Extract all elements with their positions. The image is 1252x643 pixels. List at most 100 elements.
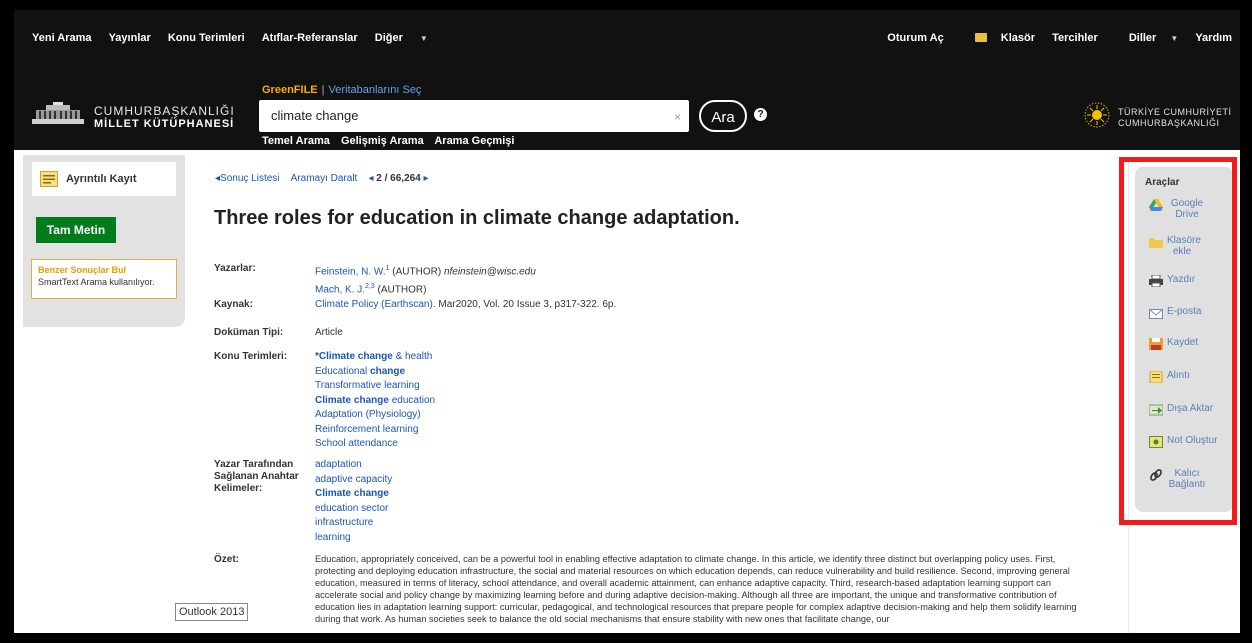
subject-link[interactable]: *Climate change & health <box>315 351 432 362</box>
user-nav: Oturum Aç Klasör Tercihler Diller ▼ Yardı… <box>873 32 1232 44</box>
prev-result-icon[interactable]: ◂ <box>368 173 373 184</box>
keyword-link[interactable]: learning <box>315 532 351 543</box>
list-item: *Climate change & health <box>315 350 435 365</box>
list-item: education sector <box>315 502 392 517</box>
narrow-search-link[interactable]: Aramayı Daralt <box>291 173 358 184</box>
help-icon[interactable]: ? <box>754 108 767 121</box>
search-input[interactable] <box>271 108 651 123</box>
search-button[interactable]: Ara <box>699 100 747 132</box>
nav-new-search[interactable]: Yeni Arama <box>32 32 92 44</box>
author-email: nfeinstein@wisc.edu <box>443 266 536 278</box>
doctype-label: Doküman Tipi: <box>214 327 284 338</box>
author-link[interactable]: Mach, K. J. <box>315 284 365 295</box>
author-affiliation: 2,3 <box>365 282 375 290</box>
keyword-link[interactable]: infrastructure <box>315 517 373 528</box>
nav-sign-in[interactable]: Oturum Aç <box>887 32 943 44</box>
subject-link[interactable]: School attendance <box>315 438 398 449</box>
keyword-link[interactable]: education sector <box>315 503 388 514</box>
tools-title: Araçlar <box>1145 177 1180 188</box>
nav-more-label: Diğer <box>374 32 403 44</box>
chevron-down-icon: ▼ <box>419 34 428 43</box>
left-panel: Ayrıntılı Kayıt Tam Metin Benzer Sonuçla… <box>23 155 185 327</box>
nav-subject-terms[interactable]: Konu Terimleri <box>168 32 245 44</box>
logo-line-2: MİLLET KÜTÜPHANESİ <box>94 118 235 130</box>
keyword-link[interactable]: adaptive capacity <box>315 474 392 485</box>
list-item: Educational change <box>315 365 435 380</box>
separator: | <box>321 84 325 96</box>
source-details: . Mar2020, Vol. 20 Issue 3, p317-322. 6p… <box>432 299 617 310</box>
save-icon <box>1149 338 1163 350</box>
author-role: (AUTHOR) <box>389 266 444 278</box>
search-box: × <box>259 100 689 132</box>
export-icon <box>1149 404 1163 416</box>
author-link[interactable]: Feinstein, N. W. <box>315 266 386 277</box>
nav-preferences[interactable]: Tercihler <box>1052 32 1098 44</box>
print-label: Yazdır <box>1167 274 1196 285</box>
nav-citations[interactable]: Atıflar-Referanslar <box>262 32 358 44</box>
choose-databases-link[interactable]: Veritabanlarını Seç <box>328 84 421 96</box>
sun-seal-icon <box>1084 102 1110 128</box>
page-frame: Yeni Arama Yayınlar Konu Terimleri Atıfl… <box>14 10 1240 633</box>
nav-folder[interactable]: Klasör <box>961 32 1035 44</box>
authors-label: Yazarlar: <box>214 263 256 274</box>
folder-icon <box>1149 238 1163 248</box>
advanced-search-link[interactable]: Gelişmiş Arama <box>341 135 424 147</box>
header-bar: Yeni Arama Yayınlar Konu Terimleri Atıfl… <box>14 10 1240 150</box>
subject-term-highlight: change <box>370 365 406 377</box>
search-history-link[interactable]: Arama Geçmişi <box>434 135 514 147</box>
list-item: Reinforcement learning <box>315 423 435 438</box>
tc-logo-line-1: TÜRKİYE CUMHURİYETİ <box>1118 107 1232 117</box>
subject-link[interactable]: Climate change education <box>315 395 435 406</box>
list-item: learning <box>315 531 392 546</box>
nav-publications[interactable]: Yayınlar <box>109 32 151 44</box>
create-note-label: Not Oluştur <box>1167 435 1218 446</box>
nav-languages[interactable]: Diller ▼ <box>1115 32 1178 44</box>
database-line: GreenFILE | Veritabanlarını Seç <box>262 84 421 96</box>
keywords-label: Yazar Tarafından Sağlanan Anahtar Kelime… <box>214 459 299 494</box>
subject-link[interactable]: Transformative learning <box>315 380 420 391</box>
source-link[interactable]: Climate Policy (Earthscan) <box>315 299 433 310</box>
google-drive-icon <box>1149 199 1163 211</box>
result-list-link[interactable]: Sonuç Listesi <box>220 173 279 184</box>
record-icon <box>40 171 58 187</box>
basic-search-link[interactable]: Temel Arama <box>262 135 330 147</box>
record-title: Three roles for education in climate cha… <box>214 207 740 229</box>
clear-icon[interactable]: × <box>674 110 681 124</box>
building-logo-icon <box>32 102 84 124</box>
author-role: (AUTHOR) <box>374 284 427 296</box>
source-label: Kaynak: <box>214 299 253 310</box>
subject-link[interactable]: Reinforcement learning <box>315 424 418 435</box>
permalink-label: Kalıcı Bağlantı <box>1168 468 1206 490</box>
subject-link[interactable]: Educational change <box>315 366 405 377</box>
export-label: Dışa Aktar <box>1167 403 1214 414</box>
full-text-button[interactable]: Tam Metin <box>36 217 116 243</box>
nav-help[interactable]: Yardım <box>1195 32 1232 44</box>
author-line: Mach, K. J.2,3 (AUTHOR) <box>315 280 536 298</box>
keyword-link[interactable]: Climate change <box>315 488 389 499</box>
subject-term-highlight: *Climate change <box>315 351 393 362</box>
list-item: Transformative learning <box>315 379 435 394</box>
search-mode-links: Temel Arama Gelişmiş Arama Arama Geçmişi <box>262 135 522 147</box>
subject-link[interactable]: Adaptation (Physiology) <box>315 409 421 420</box>
nav-more[interactable]: Diğer ▼ <box>375 32 442 44</box>
main-nav: Yeni Arama Yayınlar Konu Terimleri Atıfl… <box>32 32 456 44</box>
folder-icon <box>974 33 987 42</box>
breadcrumb: ◂Sonuç Listesi Aramayı Daralt ◂ 2 / 66,2… <box>215 173 429 184</box>
email-label: E-posta <box>1167 306 1202 317</box>
cite-label: Alıntı <box>1167 370 1190 381</box>
tc-logo-line-2: CUMHURBAŞKANLIĞI <box>1118 118 1220 128</box>
authors-value: Feinstein, N. W.1 (AUTHOR) nfeinstein@wi… <box>315 262 536 298</box>
keywords-list: adaptation adaptive capacity Climate cha… <box>315 458 392 545</box>
detailed-record-tab[interactable]: Ayrıntılı Kayıt <box>32 162 176 196</box>
next-result-icon[interactable]: ▸ <box>424 173 429 184</box>
find-similar-box[interactable]: Benzer Sonuçlar Bul SmartText Arama kull… <box>31 259 177 299</box>
list-item: School attendance <box>315 437 435 452</box>
google-drive-label: Google Drive <box>1170 198 1204 220</box>
list-item: adaptive capacity <box>315 473 392 488</box>
find-similar-subtitle: SmartText Arama kullanılıyor. <box>38 277 155 287</box>
find-similar-title: Benzer Sonuçlar Bul <box>38 265 127 275</box>
add-to-folder-label: Klasöre ekle <box>1167 235 1201 257</box>
doctype-value: Article <box>315 327 343 338</box>
tooltip: Outlook 2013 <box>175 603 249 621</box>
keyword-link[interactable]: adaptation <box>315 459 362 470</box>
